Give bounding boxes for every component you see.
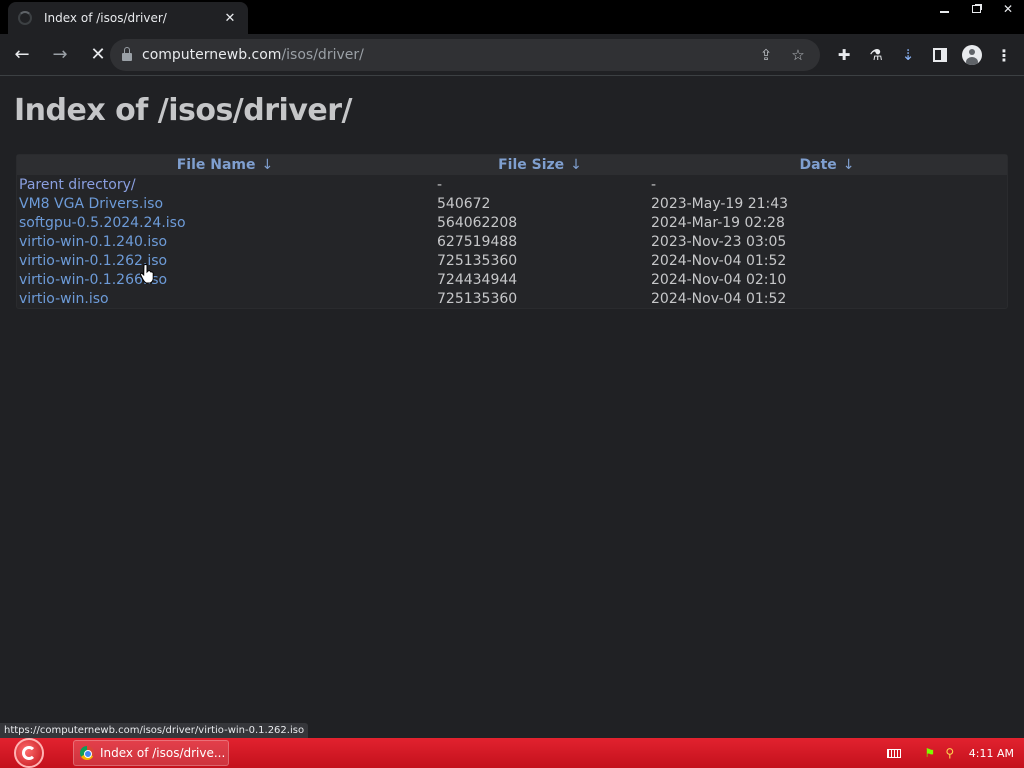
side-panel-button[interactable]	[924, 39, 956, 71]
file-date: 2024-Nov-04 02:10	[651, 271, 787, 288]
table-header: File Name ↓ File Size ↓ Date ↓	[17, 155, 1007, 175]
downloads-icon[interactable]: ⇣	[892, 39, 924, 71]
restore-button[interactable]	[960, 0, 992, 18]
taskbar: Index of /isos/drive... ⚑ ⚲ 4:11 AM	[0, 738, 1024, 768]
file-link[interactable]: Parent directory/	[17, 177, 435, 193]
share-icon[interactable]: ⇪	[750, 39, 782, 71]
column-header-label: File Size	[498, 157, 565, 173]
tab-strip: Index of /isos/driver/ ✕ ✕	[0, 0, 1024, 34]
side-panel-icon	[933, 48, 947, 62]
hand-cursor-icon	[140, 264, 154, 284]
file-link[interactable]: softgpu-0.5.2024.24.iso	[17, 215, 435, 231]
file-link[interactable]: virtio-win-0.1.266.iso	[17, 272, 435, 288]
system-tray: ⚑ ⚲ 4:11 AM	[886, 738, 1024, 768]
table-row: virtio-win-0.1.266.iso 724434944 2024-No…	[17, 270, 1007, 289]
page-title: Index of /isos/driver/	[14, 93, 352, 128]
minimize-button[interactable]	[928, 0, 960, 18]
file-date: 2024-Nov-04 01:52	[651, 252, 787, 269]
close-window-button[interactable]: ✕	[992, 0, 1024, 18]
table-row: Parent directory/ - -	[17, 175, 1007, 194]
file-date: 2023-Nov-23 03:05	[651, 233, 787, 250]
restore-icon	[971, 5, 981, 13]
file-size: 725135360	[437, 252, 518, 269]
file-size: 564062208	[437, 214, 518, 231]
url-path: /isos/driver/	[281, 47, 364, 63]
tab-active[interactable]: Index of /isos/driver/ ✕	[8, 2, 248, 34]
sort-arrow-icon: ↓	[842, 157, 855, 173]
start-button[interactable]	[14, 738, 44, 768]
forward-button[interactable]: →	[44, 39, 76, 71]
menu-icon[interactable]: ⋮	[988, 39, 1020, 71]
file-link[interactable]: virtio-win.iso	[17, 291, 435, 307]
column-header-date[interactable]: Date ↓	[647, 157, 1007, 173]
minimize-icon	[939, 11, 949, 13]
toolbar-actions: ✚ ⚗ ⇣ ⋮	[828, 39, 1020, 71]
link-status-bubble: https://computernewb.com/isos/driver/vir…	[0, 723, 309, 738]
sort-arrow-icon: ↓	[570, 157, 582, 173]
window-controls: ✕	[928, 0, 1024, 18]
taskbar-item-browser[interactable]: Index of /isos/drive...	[73, 740, 229, 766]
file-listing-table: File Name ↓ File Size ↓ Date ↓ Parent direc…	[16, 154, 1008, 309]
taskbar-item-label: Index of /isos/drive...	[100, 746, 226, 760]
loading-spinner-icon	[18, 11, 32, 25]
bookmark-star-icon[interactable]: ☆	[782, 39, 814, 71]
browser-toolbar: ← → ✕ computernewb.com/isos/driver/ ⇪ ☆ …	[0, 34, 1024, 76]
lock-icon[interactable]	[122, 47, 132, 61]
keyboard-icon[interactable]	[886, 748, 901, 758]
table-row: virtio-win.iso 725135360 2024-Nov-04 01:…	[17, 289, 1007, 308]
file-date: 2024-Nov-04 01:52	[651, 290, 787, 307]
file-link[interactable]: virtio-win-0.1.262.iso	[17, 253, 435, 269]
file-size: 540672	[437, 195, 491, 212]
sort-arrow-icon: ↓	[261, 157, 274, 173]
labs-flask-icon[interactable]: ⚗	[860, 39, 892, 71]
network-icon[interactable]: ⚑	[921, 744, 939, 762]
file-date: -	[651, 176, 657, 193]
file-link[interactable]: virtio-win-0.1.240.iso	[17, 234, 435, 250]
clock[interactable]: 4:11 AM	[969, 747, 1014, 760]
search-tray-icon[interactable]: ⚲	[941, 744, 959, 762]
file-size: -	[437, 176, 443, 193]
back-button[interactable]: ←	[6, 39, 38, 71]
column-header-file-size[interactable]: File Size ↓	[433, 157, 647, 173]
file-size: 627519488	[437, 233, 518, 250]
column-header-file-name[interactable]: File Name ↓	[17, 157, 433, 173]
address-bar-actions: ⇪ ☆	[750, 39, 814, 71]
extensions-icon[interactable]: ✚	[828, 39, 860, 71]
table-row: VM8 VGA Drivers.iso 540672 2023-May-19 2…	[17, 194, 1007, 213]
avatar-icon	[962, 45, 982, 65]
column-header-label: File Name	[176, 157, 256, 173]
start-logo-icon	[22, 746, 36, 760]
address-bar[interactable]: computernewb.com/isos/driver/ ⇪ ☆	[110, 39, 820, 71]
chrome-icon	[80, 746, 94, 760]
tab-title: Index of /isos/driver/	[44, 11, 167, 25]
file-date: 2023-May-19 21:43	[651, 195, 789, 212]
file-size: 724434944	[437, 271, 518, 288]
table-row: virtio-win-0.1.262.iso 725135360 2024-No…	[17, 251, 1007, 270]
table-row: softgpu-0.5.2024.24.iso 564062208 2024-M…	[17, 213, 1007, 232]
profile-button[interactable]	[956, 39, 988, 71]
file-date: 2024-Mar-19 02:28	[651, 214, 785, 231]
column-header-label: Date	[799, 157, 837, 173]
table-row: virtio-win-0.1.240.iso 627519488 2023-No…	[17, 232, 1007, 251]
file-link[interactable]: VM8 VGA Drivers.iso	[17, 196, 435, 212]
tab-close-icon[interactable]: ✕	[222, 11, 238, 26]
page-content: Index of /isos/driver/ File Name ↓ File S…	[0, 77, 1024, 738]
url-host: computernewb.com	[142, 47, 282, 63]
file-size: 725135360	[437, 290, 518, 307]
